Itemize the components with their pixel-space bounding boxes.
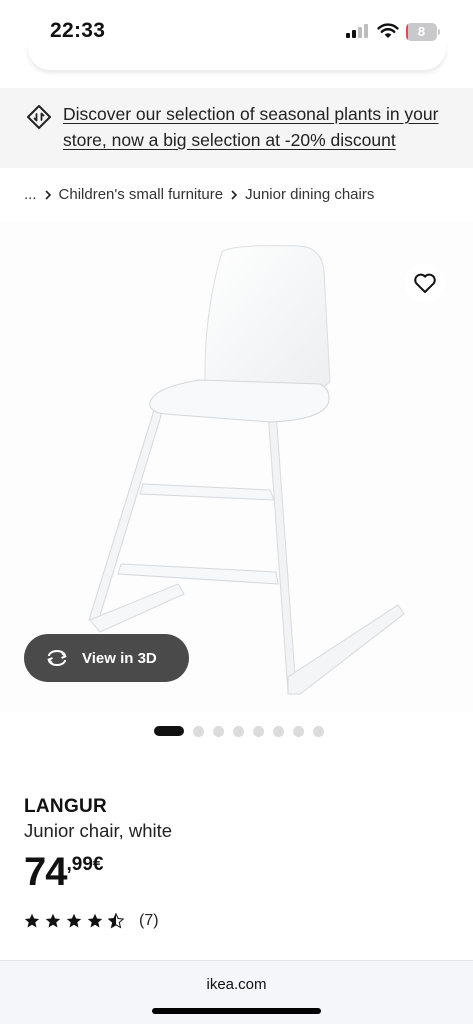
star-icon — [66, 913, 82, 928]
carousel-dot[interactable] — [293, 725, 304, 737]
view-in-3d-button[interactable]: View in 3D — [24, 634, 189, 682]
carousel-dot[interactable] — [233, 725, 244, 737]
price-decimal: ,99€ — [66, 854, 104, 875]
breadcrumb-item-childrens-small-furniture[interactable]: Children's small furniture — [59, 186, 224, 203]
rotate-3d-icon — [47, 650, 67, 666]
favorite-button[interactable] — [405, 263, 445, 303]
heart-icon — [414, 273, 436, 293]
star-icon — [24, 913, 40, 928]
carousel-dot[interactable] — [213, 725, 224, 737]
tag-icon — [27, 105, 51, 129]
battery-icon: 8 — [406, 23, 440, 41]
carousel-dot[interactable] — [313, 725, 324, 737]
breadcrumb: ... Children's small furniture Junior di… — [24, 184, 374, 204]
status-time: 22:33 — [50, 19, 106, 42]
chevron-right-icon — [37, 186, 59, 202]
browser-url[interactable]: ikea.com — [0, 976, 473, 993]
home-indicator[interactable] — [152, 1008, 321, 1014]
promo-link[interactable]: Discover our selection of seasonal plant… — [63, 101, 459, 153]
star-icon — [108, 913, 124, 929]
chevron-right-icon — [223, 186, 245, 202]
price-integer: 74 — [24, 850, 67, 894]
star-icon — [87, 913, 103, 928]
carousel-dot[interactable] — [193, 725, 204, 737]
battery-level: 8 — [417, 24, 426, 39]
product-name: LANGUR — [24, 796, 108, 817]
carousel-dot[interactable] — [273, 725, 284, 737]
search-bar[interactable] — [28, 44, 446, 70]
cellular-signal-icon — [346, 24, 368, 38]
review-count[interactable]: (7) — [139, 912, 159, 930]
carousel-dot[interactable] — [253, 725, 264, 737]
product-description: Junior chair, white — [24, 820, 173, 841]
wifi-icon — [377, 23, 399, 38]
breadcrumb-item-junior-dining-chairs[interactable]: Junior dining chairs — [245, 186, 374, 203]
breadcrumb-ellipsis[interactable]: ... — [24, 186, 37, 203]
view-in-3d-label: View in 3D — [82, 649, 157, 667]
product-price: 74 ,99€ — [24, 850, 103, 894]
star-icon — [45, 913, 61, 928]
carousel-dot-active[interactable] — [154, 726, 184, 736]
carousel-indicator[interactable] — [154, 725, 324, 737]
rating[interactable]: (7) — [24, 912, 159, 930]
